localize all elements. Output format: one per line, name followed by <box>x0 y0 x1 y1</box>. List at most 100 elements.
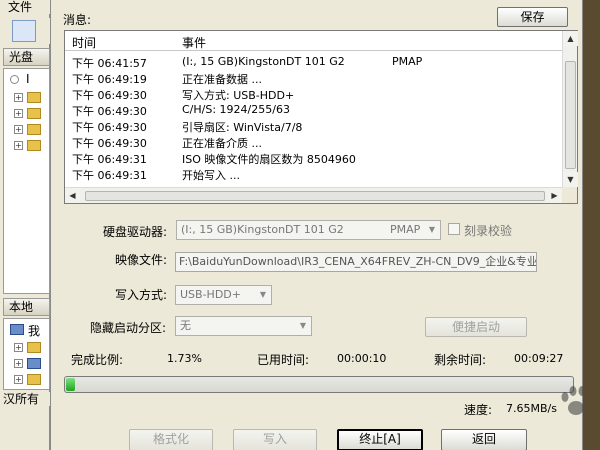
remaining-value: 00:09:27 <box>514 352 564 365</box>
expand-icon[interactable]: + <box>14 141 23 150</box>
remaining-label: 剩余时间: <box>434 353 487 367</box>
disk-drive-label: 硬盘驱动器: <box>103 225 168 239</box>
folder-icon <box>27 374 41 385</box>
log-row[interactable]: 下午 06:49:30 引导扇区: WinVista/7/8 <box>65 118 562 134</box>
log-header: 时间 事件 <box>65 31 562 51</box>
section-local[interactable]: 本地 <box>3 298 50 316</box>
expand-icon[interactable]: + <box>14 359 23 368</box>
tree-folder-row[interactable]: + <box>14 91 44 105</box>
image-file-field[interactable]: F:\BaiduYunDownload\IR3_CENA_X64FREV_ZH-… <box>175 252 537 272</box>
folder-icon <box>27 108 41 119</box>
log-event: 正在准备介质 ... <box>182 137 262 150</box>
log-event-extra: PMAP <box>392 55 423 68</box>
log-event: 正在准备数据 ... <box>182 73 262 86</box>
folder-icon <box>27 92 41 103</box>
tree-folder-row[interactable]: + <box>14 373 44 387</box>
chevron-down-icon: ▼ <box>259 290 267 299</box>
log-vertical-scrollbar[interactable]: ▲ ▼ <box>562 31 578 187</box>
background-menu-bar: 文件 <box>0 0 50 14</box>
elapsed-label: 已用时间: <box>257 353 310 367</box>
tree-folder-row[interactable]: + <box>14 123 44 137</box>
scroll-left-icon[interactable]: ◀ <box>65 188 80 203</box>
folder-icon <box>27 140 41 151</box>
disc-icon <box>10 75 19 84</box>
log-horizontal-scrollbar[interactable]: ◀ ▶ <box>65 187 562 203</box>
background-status-bar: 汉所有 <box>0 392 50 406</box>
log-time: 下午 06:49:31 <box>72 153 147 166</box>
verify-checkbox[interactable] <box>448 223 460 235</box>
column-header-event[interactable]: 事件 <box>182 34 206 51</box>
log-time: 下午 06:49:19 <box>72 73 147 86</box>
scroll-up-icon[interactable]: ▲ <box>563 31 578 46</box>
progress-fill <box>66 378 75 391</box>
back-button[interactable]: 返回 <box>441 429 527 450</box>
expand-icon[interactable]: + <box>14 375 23 384</box>
log-event: (I:, 15 GB)KingstonDT 101 G2 <box>182 55 345 68</box>
background-desktop <box>583 0 600 450</box>
complete-ratio-label: 完成比例: <box>71 353 124 367</box>
tree-folder-row[interactable]: + <box>14 107 44 121</box>
message-log[interactable]: 时间 事件 下午 06:41:57 (I:, 15 GB)KingstonDT 1… <box>64 30 578 204</box>
expand-icon[interactable]: + <box>14 343 23 352</box>
chevron-down-icon: ▼ <box>299 321 307 330</box>
disk-drive-value: (I:, 15 GB)KingstonDT 101 G2 <box>181 223 344 236</box>
section-optical[interactable]: 光盘 <box>3 48 50 66</box>
log-time: 下午 06:49:30 <box>72 137 147 150</box>
folder-icon <box>27 342 41 353</box>
log-event: ISO 映像文件的扇区数为 8504960 <box>182 153 356 166</box>
terminate-button[interactable]: 终止[A] <box>337 429 423 450</box>
write-method-select[interactable]: USB-HDD+ ▼ <box>175 285 272 305</box>
write-method-value: USB-HDD+ <box>180 288 241 301</box>
scroll-thumb[interactable] <box>565 61 576 169</box>
document-icon[interactable] <box>12 20 36 42</box>
log-event: 写入方式: USB-HDD+ <box>182 89 295 102</box>
save-button[interactable]: 保存 <box>497 7 568 27</box>
scroll-right-icon[interactable]: ▶ <box>547 188 562 203</box>
tree-folder-row[interactable]: + <box>14 341 44 355</box>
scroll-thumb[interactable] <box>85 191 545 201</box>
log-row[interactable]: 下午 06:49:30 C/H/S: 1924/255/63 <box>65 102 562 118</box>
quick-boot-button[interactable]: 便捷启动 <box>425 317 527 337</box>
chevron-down-icon: ▼ <box>428 225 436 234</box>
write-button[interactable]: 写入 <box>233 429 317 450</box>
image-file-label: 映像文件: <box>115 253 168 267</box>
hidden-partition-label: 隐藏启动分区: <box>90 321 167 335</box>
tree-folder-row[interactable]: + <box>14 139 44 153</box>
background-tree-bottom: 我 + + + <box>3 318 50 390</box>
log-event: C/H/S: 1924/255/63 <box>182 103 290 116</box>
log-row[interactable]: 下午 06:49:19 正在准备数据 ... <box>65 70 562 86</box>
background-toolbar <box>0 18 50 44</box>
tree-folder-row[interactable]: + <box>14 357 44 371</box>
write-method-label: 写入方式: <box>115 288 168 302</box>
hidden-partition-select[interactable]: 无 ▼ <box>175 316 312 336</box>
menu-file[interactable]: 文件 <box>8 0 32 15</box>
disk-drive-partition-type: PMAP <box>390 223 421 236</box>
speed-value: 7.65MB/s <box>506 402 557 415</box>
drive-icon <box>27 358 41 369</box>
write-disk-image-dialog: 消息: 保存 时间 事件 下午 06:41:57 (I:, 15 GB)Kings… <box>50 0 593 450</box>
log-row[interactable]: 下午 06:41:57 (I:, 15 GB)KingstonDT 101 G2 P… <box>65 54 562 70</box>
hidden-partition-value: 无 <box>180 319 191 332</box>
log-time: 下午 06:49:30 <box>72 105 147 118</box>
log-time: 下午 06:49:31 <box>72 169 147 182</box>
tree-item-label: 我 <box>28 324 41 338</box>
log-row[interactable]: 下午 06:49:30 写入方式: USB-HDD+ <box>65 86 562 102</box>
expand-icon[interactable]: + <box>14 93 23 102</box>
disk-drive-select[interactable]: (I:, 15 GB)KingstonDT 101 G2 PMAP ▼ <box>176 220 441 240</box>
tree-item-computer[interactable]: 我 <box>10 323 41 338</box>
column-header-time[interactable]: 时间 <box>72 34 96 51</box>
log-time: 下午 06:41:57 <box>72 57 147 70</box>
messages-label: 消息: <box>63 13 92 27</box>
log-time: 下午 06:49:30 <box>72 89 147 102</box>
log-row[interactable]: 下午 06:49:30 正在准备介质 ... <box>65 134 562 150</box>
scroll-down-icon[interactable]: ▼ <box>563 172 578 187</box>
tree-item-drive[interactable]: I <box>10 72 40 87</box>
expand-icon[interactable]: + <box>14 125 23 134</box>
log-row[interactable]: 下午 06:49:31 ISO 映像文件的扇区数为 8504960 <box>65 150 562 166</box>
format-button[interactable]: 格式化 <box>129 429 213 450</box>
folder-icon <box>27 124 41 135</box>
tree-item-label: I <box>26 72 30 86</box>
expand-icon[interactable]: + <box>14 109 23 118</box>
log-row[interactable]: 下午 06:49:31 开始写入 ... <box>65 166 562 182</box>
complete-ratio-value: 1.73% <box>167 352 202 365</box>
